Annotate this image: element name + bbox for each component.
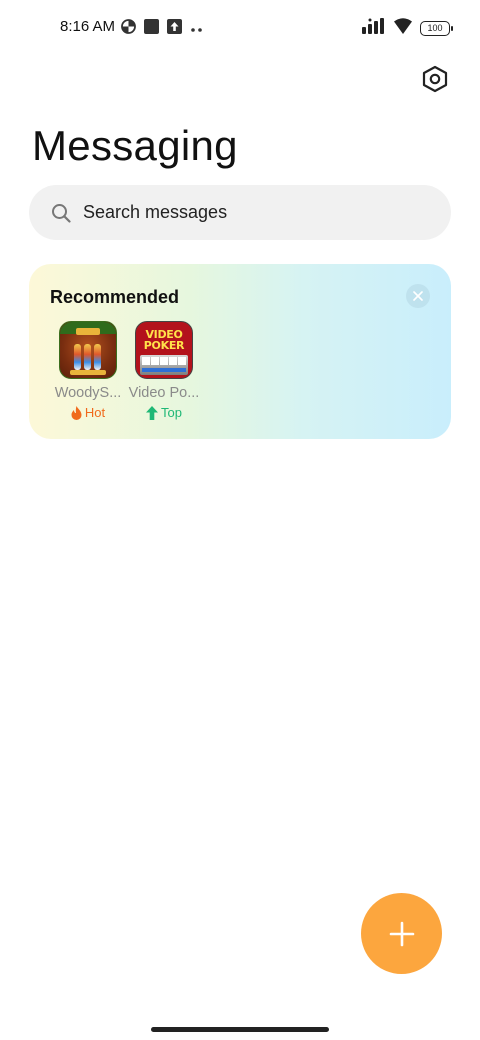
more-dots-icon	[190, 20, 204, 38]
settings-button[interactable]	[420, 64, 450, 94]
search-bar[interactable]	[29, 185, 451, 240]
recommended-title: Recommended	[50, 287, 180, 307]
plus-icon	[389, 921, 414, 946]
status-bar: 8:16 AM 100	[0, 0, 480, 56]
page-title: Messaging	[32, 122, 238, 169]
arrow-up-icon	[146, 405, 159, 420]
search-icon	[52, 203, 71, 223]
flame-icon	[71, 405, 82, 420]
gesture-navigation-bar[interactable]	[151, 1027, 329, 1032]
app-name: WoodyS...	[54, 385, 122, 401]
app-name: Video Po...	[128, 385, 200, 401]
app-badge-top: Top	[126, 405, 202, 420]
new-message-button[interactable]	[361, 893, 442, 974]
recommended-close-button[interactable]	[406, 284, 430, 308]
settings-hexagon-icon	[422, 65, 448, 93]
app-tile-woody[interactable]: WoodyS... Hot	[50, 321, 126, 420]
recommended-card: Recommended WoodyS... Hot VIDEO POKER Vi…	[29, 264, 451, 439]
wifi-icon	[394, 18, 412, 39]
battery-icon: 100	[420, 21, 453, 36]
square-notification-icon	[144, 19, 159, 39]
upload-notification-icon	[167, 19, 182, 39]
status-left-icons	[121, 19, 204, 39]
data-saver-icon	[121, 19, 136, 39]
status-right-icons: 100	[362, 18, 453, 39]
app-tile-video-poker[interactable]: VIDEO POKER Video Po... Top	[126, 321, 202, 420]
status-time: 8:16 AM	[60, 18, 116, 35]
search-input[interactable]	[83, 202, 413, 223]
close-icon	[413, 291, 423, 301]
app-badge-hot: Hot	[50, 405, 126, 420]
signal-bars-icon	[362, 18, 386, 39]
woody-app-icon	[59, 321, 117, 379]
video-poker-app-icon: VIDEO POKER	[135, 321, 193, 379]
